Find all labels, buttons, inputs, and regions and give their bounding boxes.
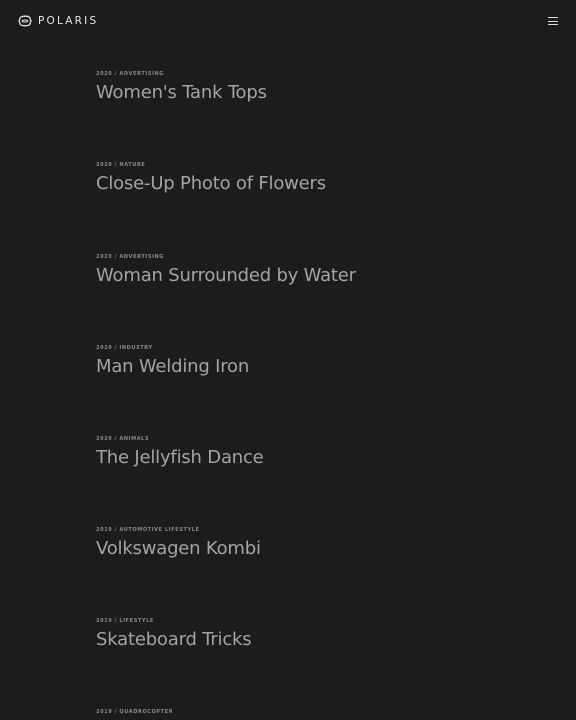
logo-text: POLARIS [38,15,99,27]
project-title[interactable]: Women's Tank Tops [96,81,556,105]
project-item[interactable]: 2020 / ANIMALS The Jellyfish Dance [96,436,556,470]
project-meta: 2019 / LIFESTYLE [96,618,154,624]
logo-link[interactable]: POLARIS [18,15,98,27]
site-header: POLARIS [0,0,576,44]
project-item[interactable]: 2019 / QUADROCOPTER [96,709,556,715]
project-item[interactable]: 2019 / AUTOMOTIVE LIFESTYLE Volkswagen K… [96,527,556,561]
project-item[interactable]: 2020 / NATURE Close-Up Photo of Flowers [96,162,556,196]
project-meta: 2020 / ADVERTISING [96,254,164,260]
project-meta: 2020 / INDUSTRY [96,345,153,351]
project-item[interactable]: 2020 / INDUSTRY Man Welding Iron [96,345,556,379]
project-meta: 2020 / ADVERTISING [96,71,164,77]
polaris-logo-icon [18,15,32,27]
project-item[interactable]: 2020 / ADVERTISING Women's Tank Tops [96,71,556,105]
project-meta: 2019 / AUTOMOTIVE LIFESTYLE [96,527,200,533]
project-title[interactable]: Skateboard Tricks [96,628,556,652]
hamburger-menu-icon[interactable] [548,16,560,26]
project-title[interactable]: The Jellyfish Dance [96,446,556,470]
project-meta: 2019 / QUADROCOPTER [96,709,174,715]
project-title[interactable]: Woman Surrounded by Water [96,264,556,288]
project-meta: 2020 / NATURE [96,162,146,168]
project-title[interactable]: Volkswagen Kombi [96,537,556,561]
project-item[interactable]: 2020 / ADVERTISING Woman Surrounded by W… [96,254,556,288]
project-title[interactable]: Close-Up Photo of Flowers [96,172,556,196]
project-title[interactable]: Man Welding Iron [96,355,556,379]
project-item[interactable]: 2019 / LIFESTYLE Skateboard Tricks [96,618,556,652]
project-meta: 2020 / ANIMALS [96,436,150,442]
